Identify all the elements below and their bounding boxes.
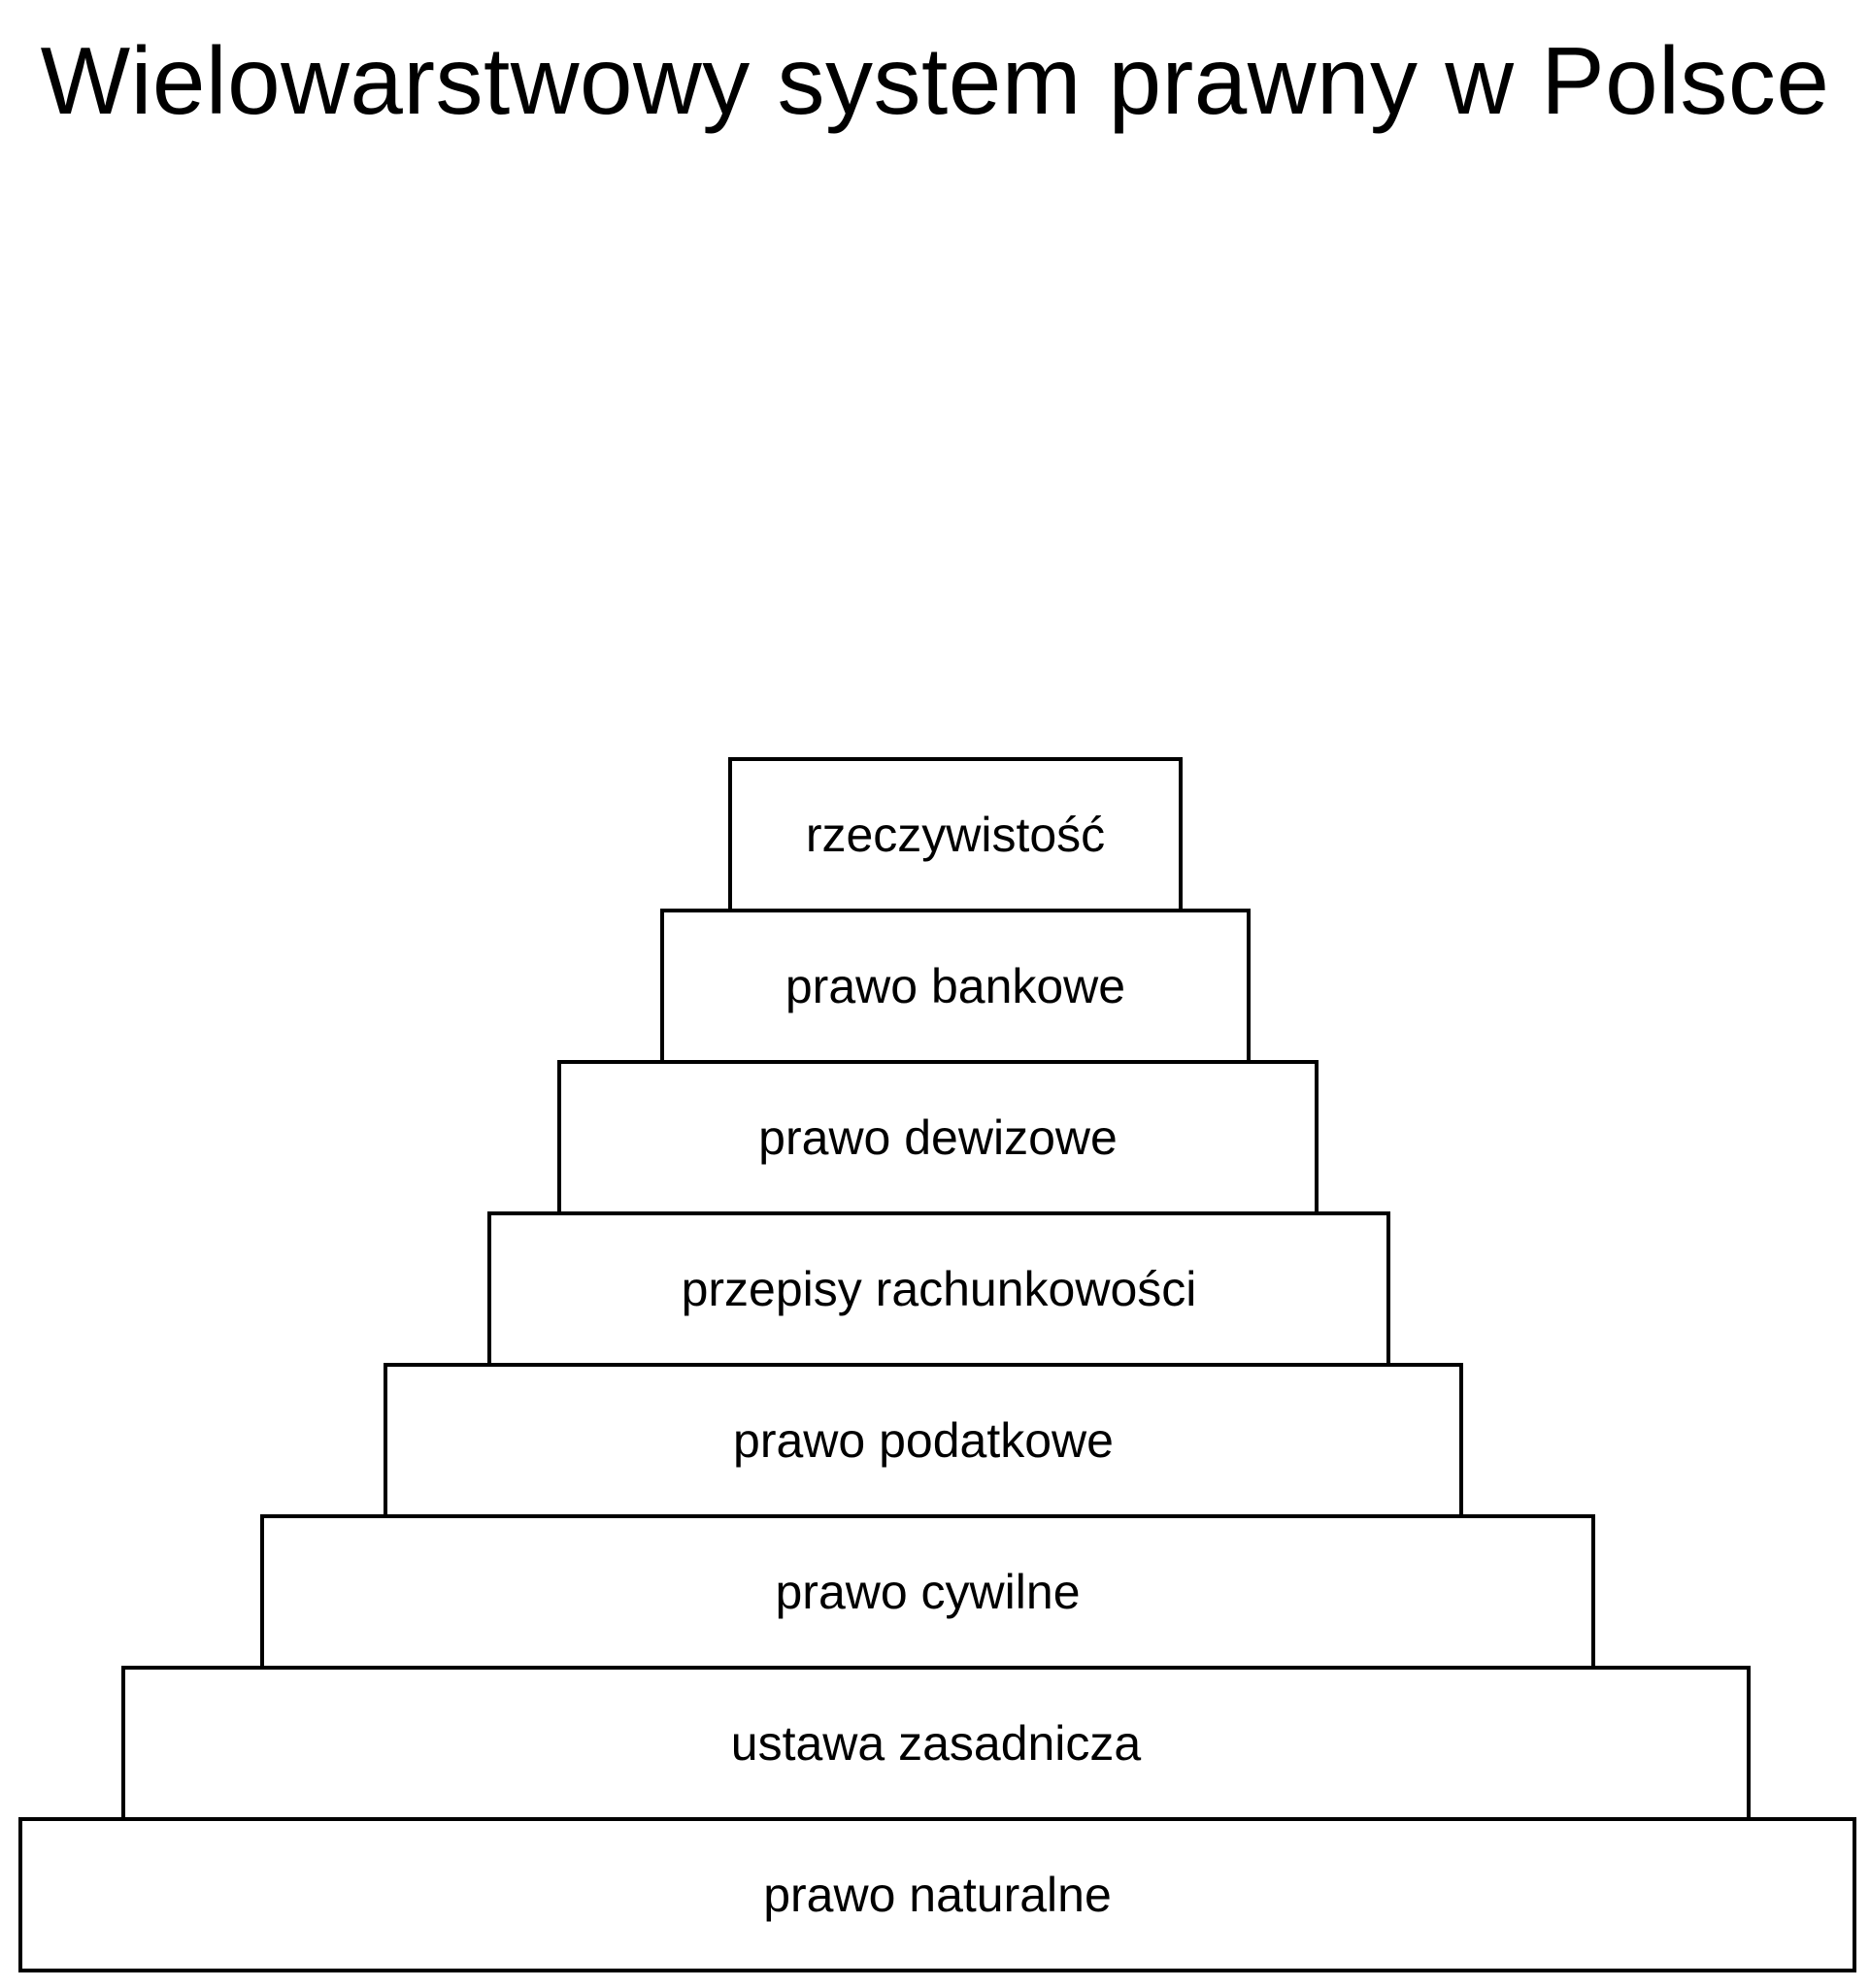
tier-prawo-dewizowe: prawo dewizowe — [557, 1060, 1319, 1215]
tier-ustawa-zasadnicza: ustawa zasadnicza — [121, 1666, 1751, 1821]
tier-rzeczywistosc: rzeczywistość — [728, 757, 1183, 912]
legal-system-pyramid: rzeczywistość prawo bankowe prawo dewizo… — [0, 0, 1870, 1988]
tier-label: prawo podatkowe — [733, 1413, 1114, 1468]
tier-label: przepisy rachunkowości — [681, 1262, 1197, 1316]
tier-label: prawo cywilne — [775, 1565, 1081, 1619]
tier-prawo-cywilne: prawo cywilne — [260, 1514, 1595, 1670]
tier-label: rzeczywistość — [805, 808, 1106, 862]
tier-prawo-bankowe: prawo bankowe — [660, 909, 1251, 1064]
tier-prawo-naturalne: prawo naturalne — [18, 1817, 1856, 1972]
tier-prawo-podatkowe: prawo podatkowe — [384, 1363, 1463, 1518]
tier-label: prawo naturalne — [763, 1868, 1112, 1922]
tier-label: prawo bankowe — [785, 959, 1126, 1013]
tier-label: prawo dewizowe — [758, 1110, 1118, 1165]
tier-label: ustawa zasadnicza — [730, 1716, 1142, 1771]
tier-przepisy-rachunkowosci: przepisy rachunkowości — [487, 1211, 1390, 1367]
